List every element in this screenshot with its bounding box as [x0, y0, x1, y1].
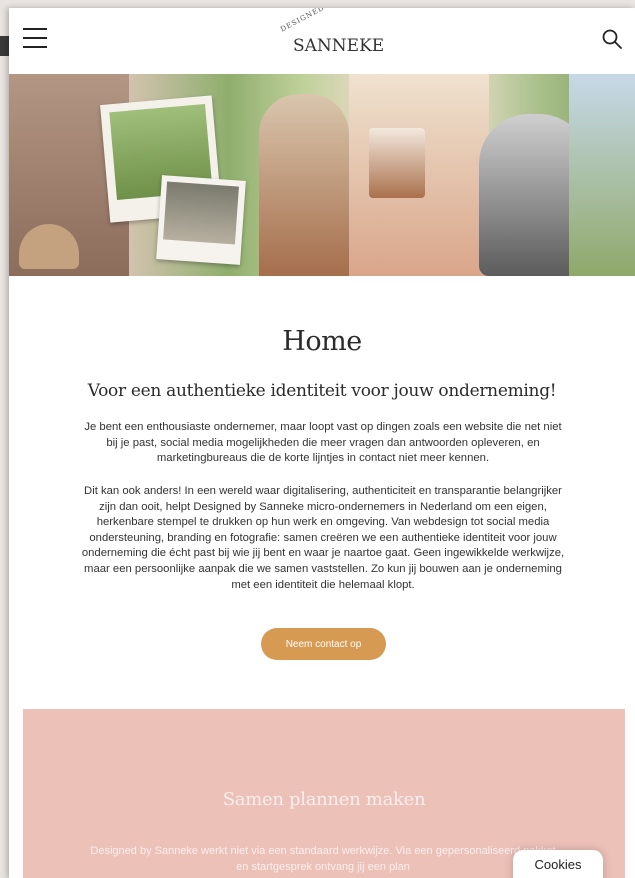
logo[interactable]: DESIGNED • BY SANNEKE: [279, 8, 384, 62]
body-paragraph: Dit kan ook anders! In een wereld waar d…: [81, 485, 565, 591]
hamburger-menu-icon[interactable]: [23, 28, 47, 48]
site-header: DESIGNED • BY SANNEKE: [9, 8, 635, 74]
cookies-button[interactable]: Cookies: [513, 850, 603, 878]
intro-paragraph: Je bent een enthousiaste ondernemer, maa…: [84, 421, 562, 465]
section-text: Designed by Sanneke werkt niet via een s…: [90, 845, 556, 873]
contact-button[interactable]: Neem contact op: [261, 628, 386, 660]
logo-text: SANNEKE: [293, 36, 385, 56]
logo-tagline: DESIGNED • BY: [279, 8, 347, 34]
search-icon[interactable]: [601, 28, 623, 50]
hero-collage-image: [9, 74, 635, 276]
page-subtitle: Voor een authentieke identiteit voor jou…: [87, 381, 557, 401]
section-title: Samen plannen maken: [222, 789, 426, 810]
page: DESIGNED • BY SANNEKE Home Voor een auth…: [9, 8, 635, 878]
page-title: Home: [282, 326, 362, 357]
